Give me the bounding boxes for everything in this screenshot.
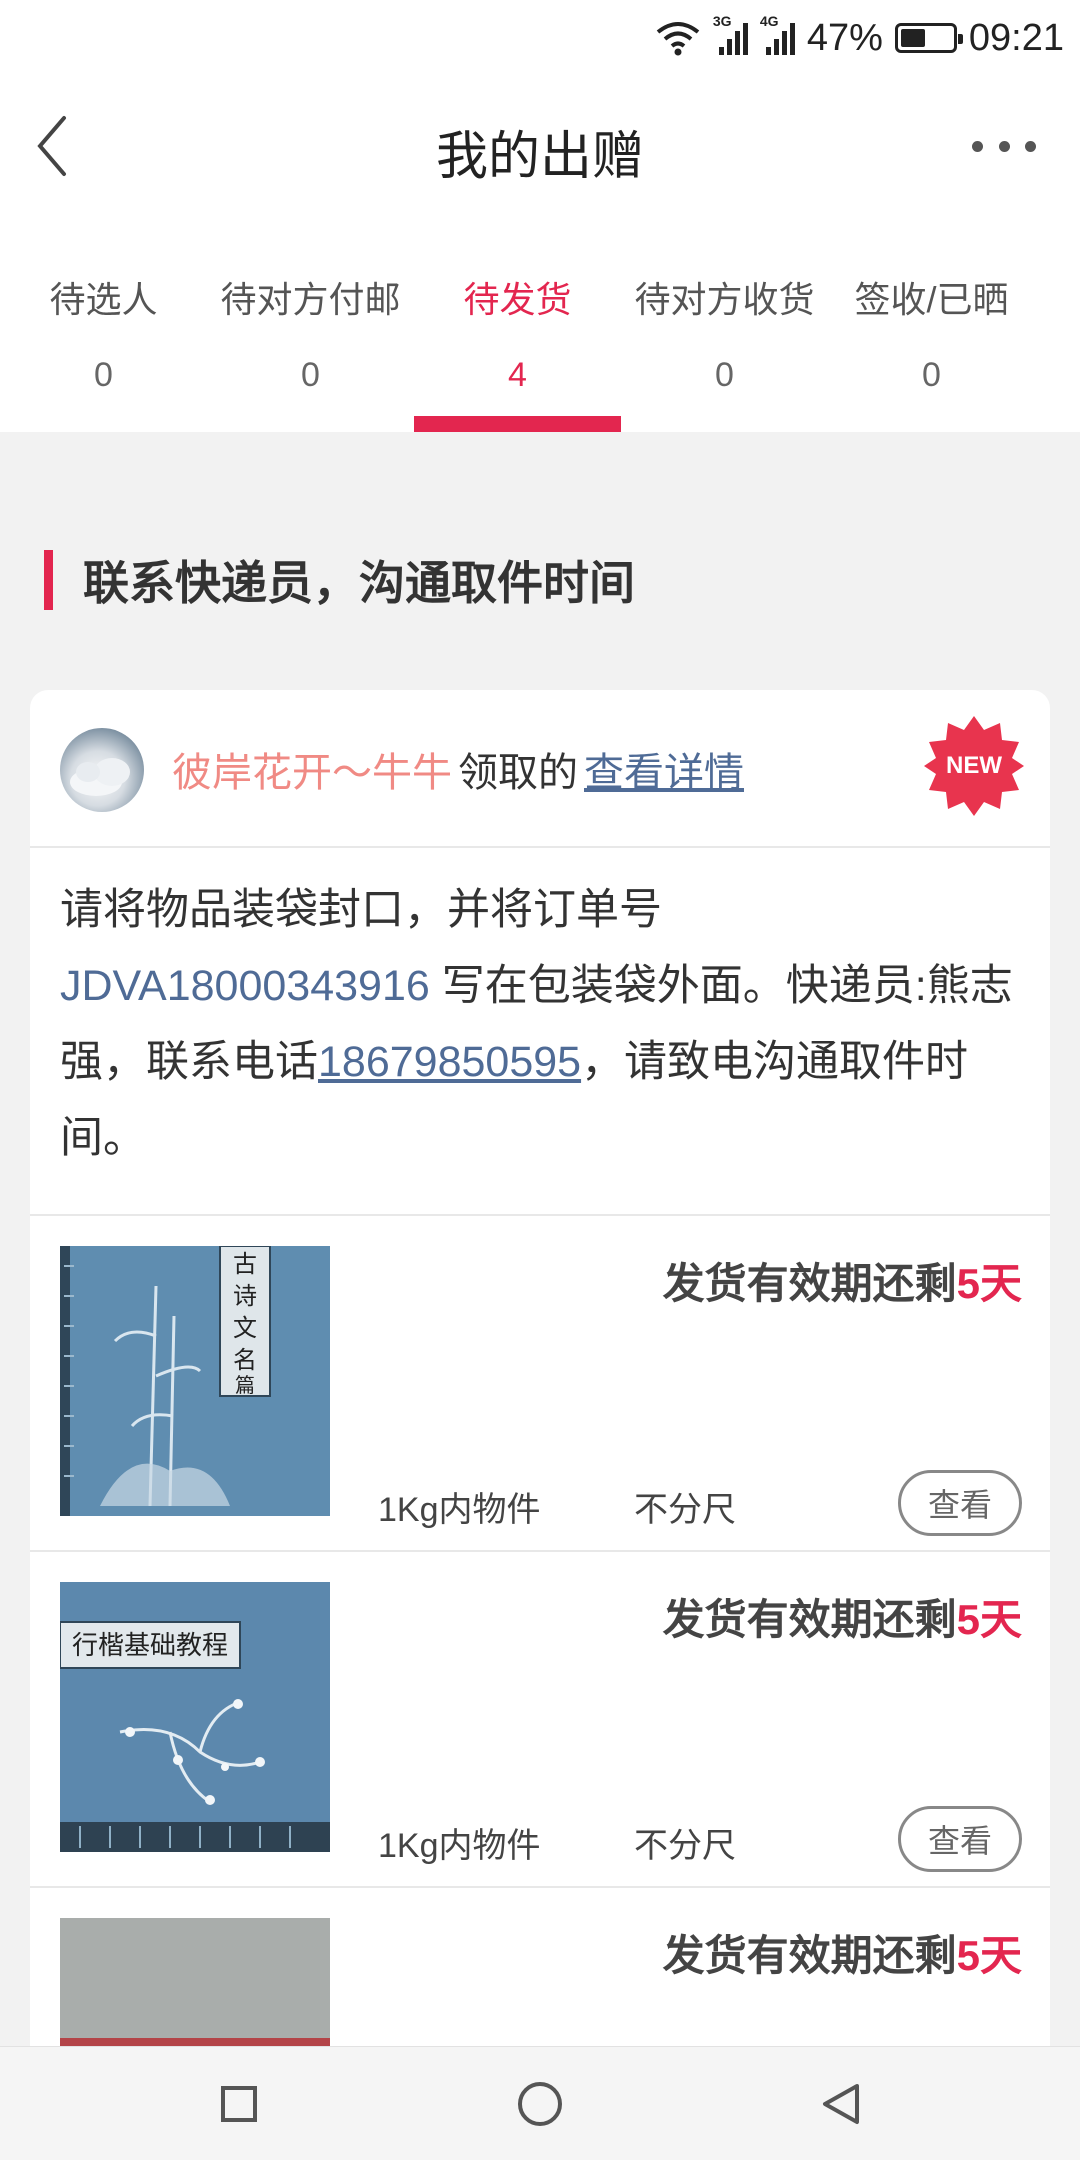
- system-back-button[interactable]: [808, 2071, 874, 2137]
- section-accent-bar: [44, 550, 53, 610]
- tab-count: 0: [715, 356, 734, 394]
- order-number: JDVA18000343916: [60, 962, 430, 1010]
- battery-icon: [894, 23, 963, 53]
- claimed-text: 领取的: [458, 751, 578, 795]
- deadline-label: 发货有效期还剩: [662, 1260, 957, 1307]
- svg-text:古: 古: [233, 1250, 257, 1278]
- wifi-icon: [656, 22, 700, 56]
- claimer-name[interactable]: 彼岸花开～牛牛: [172, 751, 452, 795]
- view-details-link[interactable]: 查看详情: [584, 751, 744, 795]
- tab-count: 0: [94, 356, 113, 394]
- avatar[interactable]: [60, 728, 144, 812]
- svg-text:篇: 篇: [235, 1373, 255, 1397]
- status-indicators: 3G 4G 47% 09:21: [655, 10, 1064, 66]
- cloud-photo-icon: [70, 758, 130, 796]
- shipping-deadline: 发货有效期还剩5天: [663, 1586, 1022, 1647]
- nav-bar: 我的出赠: [0, 76, 1080, 216]
- deadline-days: 5天: [956, 1596, 1022, 1643]
- tab-label: 待发货: [463, 279, 572, 320]
- deadline-label: 发货有效期还剩: [662, 1932, 957, 1979]
- signal-3g-icon: 3G: [713, 13, 748, 55]
- deadline-days: 5天: [956, 1932, 1022, 1979]
- notice-text-1: 请将物品装袋封口，并将订单号: [60, 886, 662, 934]
- tab-label: 待对方收货: [634, 279, 815, 320]
- view-button[interactable]: 查看: [898, 1470, 1022, 1536]
- tab-label: 签收/已晒: [854, 279, 1009, 320]
- home-button[interactable]: [507, 2071, 573, 2137]
- item-weight: 1Kg内物件: [378, 1827, 541, 1865]
- tab-count: 0: [922, 356, 941, 394]
- clock: 09:21: [968, 16, 1064, 59]
- view-button[interactable]: 查看: [898, 1806, 1022, 1872]
- status-tabs: 待选人 0 待对方付邮 0 待发货 4 待对方收货 0 签收/已晒 0: [0, 216, 1080, 432]
- book-cover-image: 行楷基础教程: [60, 1582, 330, 1852]
- item-size: 不分尺: [634, 1827, 736, 1865]
- svg-text:名: 名: [233, 1346, 257, 1374]
- item-thumbnail[interactable]: 行楷基础教程: [60, 1582, 330, 1852]
- more-horizontal-icon: [972, 140, 983, 152]
- item-weight: 1Kg内物件: [378, 1491, 541, 1529]
- tab-pending-select[interactable]: 待选人 0: [0, 216, 207, 432]
- shipping-deadline: 发货有效期还剩5天: [663, 1250, 1022, 1311]
- recent-apps-icon: [221, 2086, 257, 2122]
- courier-phone-link[interactable]: 18679850595: [318, 1038, 581, 1086]
- section-header: 联系快递员，沟通取件时间: [44, 548, 635, 612]
- signal-4g-icon: 4G: [760, 13, 795, 55]
- deadline-days: 5天: [956, 1260, 1022, 1307]
- status-bar: 3G 4G 47% 09:21: [0, 0, 1080, 76]
- tab-pending-postage[interactable]: 待对方付邮 0: [207, 216, 414, 432]
- home-icon: [518, 2082, 562, 2126]
- svg-text:行楷基础教程: 行楷基础教程: [72, 1631, 228, 1661]
- book-cover-image: 古 诗 文 名 篇: [60, 1246, 330, 1516]
- tab-count: 0: [301, 356, 320, 394]
- deadline-label: 发货有效期还剩: [662, 1596, 957, 1643]
- section-title: 联系快递员，沟通取件时间: [83, 557, 635, 609]
- shipping-deadline: 发货有效期还剩5天: [663, 1922, 1022, 1983]
- tab-pending-receipt[interactable]: 待对方收货 0: [621, 216, 828, 432]
- new-badge-label: NEW: [946, 752, 1002, 779]
- svg-text:文: 文: [233, 1314, 257, 1342]
- page-title: 我的出赠: [435, 128, 644, 186]
- tab-label: 待对方付邮: [220, 279, 401, 320]
- shipping-instructions: 请将物品装袋封口，并将订单号 JDVA18000343916 写在包装袋外面。快…: [60, 872, 1020, 1176]
- system-navigation-bar: [0, 2046, 1080, 2160]
- tab-count: 4: [508, 356, 527, 394]
- recent-apps-button[interactable]: [206, 2071, 272, 2137]
- tab-signed-shared[interactable]: 签收/已晒 0: [828, 216, 1035, 432]
- gift-card: 彼岸花开～牛牛 领取的 查看详情 NEW 请将物品装袋封口，并将订单号 JDVA18…: [30, 690, 1050, 2090]
- svg-text:诗: 诗: [233, 1282, 257, 1310]
- item-size: 不分尺: [634, 1491, 736, 1529]
- list-item: 行楷基础教程 发货有效期还剩5天 1Kg内物件 不分尺 查看: [30, 1552, 1050, 1888]
- new-badge: NEW: [924, 716, 1024, 816]
- claim-info: 彼岸花开～牛牛 领取的 查看详情: [172, 740, 744, 798]
- back-triangle-icon: [823, 2084, 859, 2124]
- tab-pending-shipment[interactable]: 待发货 4: [414, 216, 621, 432]
- battery-percent: 47%: [806, 16, 883, 59]
- item-thumbnail[interactable]: 古 诗 文 名 篇: [60, 1246, 330, 1516]
- card-header: 彼岸花开～牛牛 领取的 查看详情 NEW: [30, 690, 1050, 848]
- list-item: 古 诗 文 名 篇 发货有效期还剩5天 1Kg内物件 不分尺 查看: [30, 1216, 1050, 1552]
- more-button[interactable]: [964, 116, 1044, 176]
- tab-label: 待选人: [49, 279, 158, 320]
